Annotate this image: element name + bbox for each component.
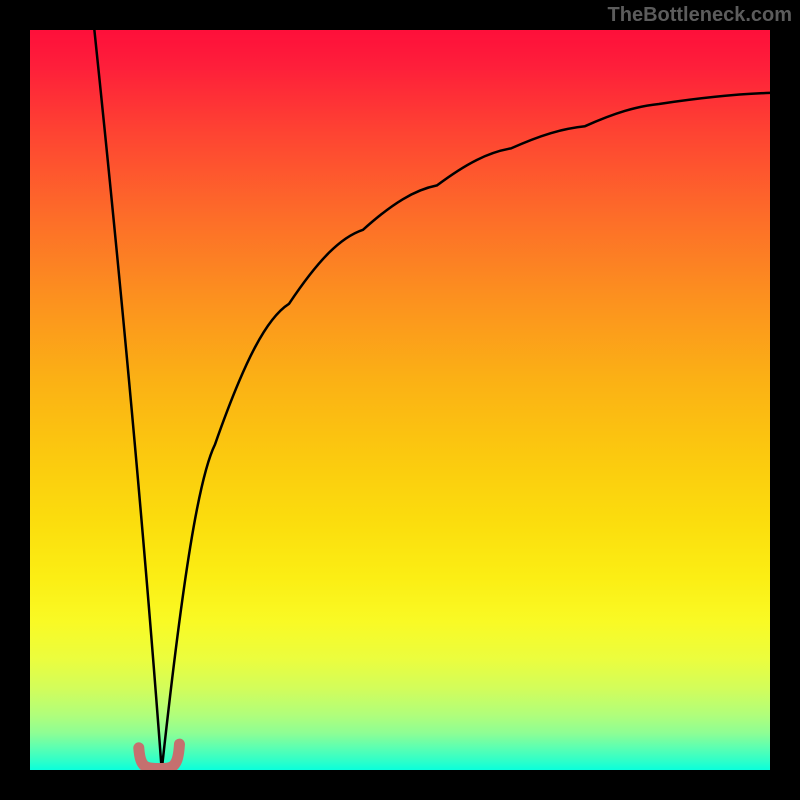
plot-area [30, 30, 770, 770]
curve-layer [30, 30, 770, 770]
bottleneck-curve [94, 30, 770, 770]
attribution-label: TheBottleneck.com [608, 4, 792, 27]
